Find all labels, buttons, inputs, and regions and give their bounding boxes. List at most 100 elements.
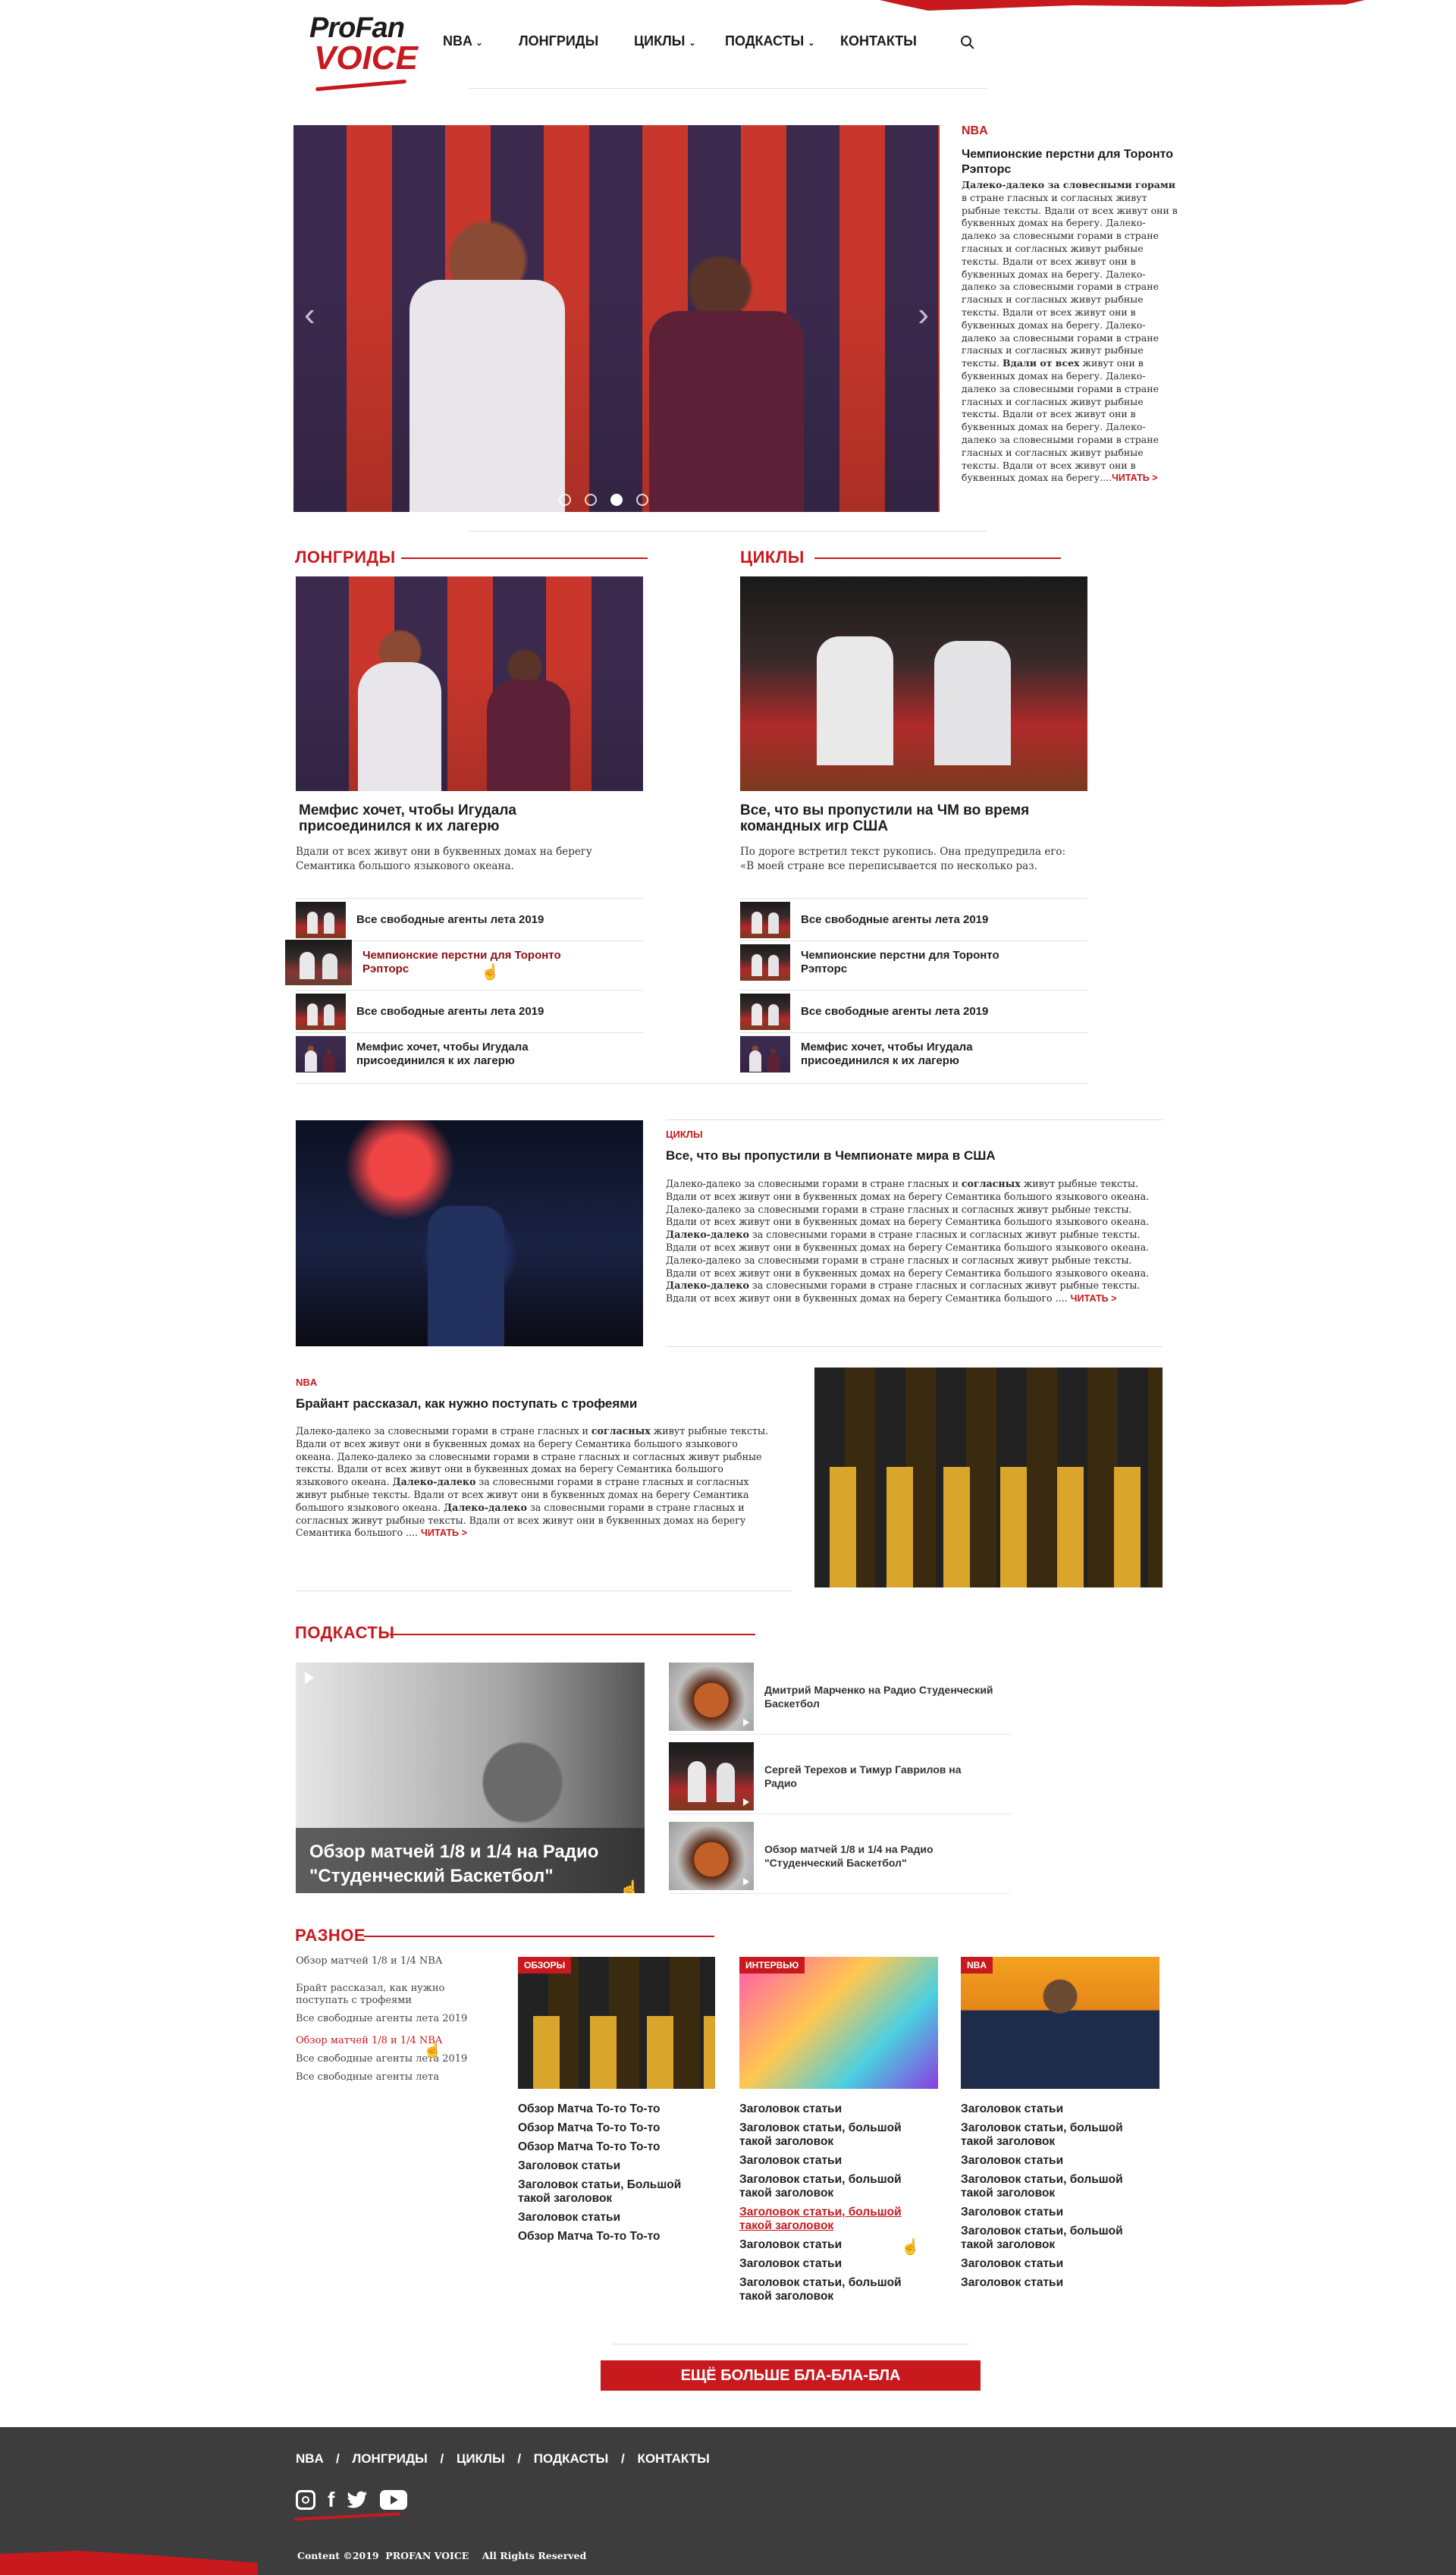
category-badge[interactable]: ИНТЕРВЬЮ	[739, 1957, 805, 1974]
article1-title[interactable]: Все, что вы пропустили в Чемпионате мира…	[666, 1148, 1151, 1164]
list-thumb	[740, 1035, 790, 1072]
misc-column-item[interactable]: Заголовок статьи	[518, 2211, 715, 2225]
misc-column-item[interactable]: Заголовок статьи	[961, 2276, 1150, 2290]
twitter-icon[interactable]	[347, 2491, 368, 2509]
misc-column-item[interactable]: Заголовок статьи	[961, 2154, 1150, 2168]
misc-column-item[interactable]: Обзор Матча То-то То-то	[518, 2140, 715, 2154]
slider-dot[interactable]	[559, 494, 571, 506]
misc-column-item[interactable]: Заголовок статьи	[518, 2159, 715, 2173]
footer-link-contacts[interactable]: КОНТАКТЫ	[637, 2451, 709, 2466]
facebook-icon[interactable]: f	[328, 2489, 334, 2511]
podcast-list-item[interactable]: Сергей Терехов и Тимур Гаврилов на Радио	[669, 1738, 1012, 1814]
misc-column-item-active[interactable]: Заголовок статьи, большой такой заголово…	[739, 2206, 929, 2233]
cycles-heading[interactable]: ЦИКЛЫ	[740, 548, 805, 567]
misc-column-item[interactable]: Заголовок статьи, большой такой заголово…	[739, 2121, 929, 2149]
misc-column-item[interactable]: Обзор Матча То-то То-то	[518, 2121, 715, 2135]
nav-item-cycles[interactable]: ЦИКЛЫ ⌄	[634, 33, 696, 49]
misc-column-item[interactable]: Заголовок статьи, большой такой заголово…	[961, 2173, 1150, 2200]
cycles-list-item[interactable]: Все свободные агенты лета 2019	[740, 990, 1087, 1032]
cycles-list-item[interactable]: Все свободные агенты лета 2019	[740, 898, 1087, 941]
misc-column-item[interactable]: Заголовок статьи, большой такой заголово…	[739, 2173, 929, 2200]
misc-column-item[interactable]: Заголовок статьи	[961, 2102, 1150, 2116]
slider-dot-active[interactable]	[610, 494, 623, 506]
cycles-list-item[interactable]: Чемпионские перстни для Торонто Рэпторс	[740, 941, 1087, 983]
longreads-list-item[interactable]: Все свободные агенты лета 2019	[296, 990, 643, 1032]
nav-item-podcasts[interactable]: ПОДКАСТЫ ⌄	[725, 33, 814, 49]
play-icon[interactable]	[305, 1672, 314, 1684]
misc-column-item[interactable]: Заголовок статьи	[961, 2206, 1150, 2219]
misc-card-image[interactable]: NBA	[961, 1957, 1159, 2089]
footer-separator: /	[517, 2451, 522, 2466]
search-icon[interactable]	[960, 35, 975, 50]
article1-read-more[interactable]: ЧИТАТЬ >	[1071, 1293, 1117, 1304]
misc-link[interactable]: Обзор матчей 1/8 и 1/4 NBA	[296, 1955, 493, 1968]
logo[interactable]: ProFan VOICE	[309, 14, 418, 92]
misc-column-item[interactable]: Обзор Матча То-то То-то	[518, 2230, 715, 2244]
slider-dot[interactable]	[662, 494, 674, 506]
chevron-down-icon: ⌄	[689, 39, 696, 48]
misc-column-item[interactable]: Заголовок статьи, большой такой заголово…	[739, 2276, 929, 2303]
youtube-icon[interactable]	[380, 2490, 408, 2510]
podcast-feature-card[interactable]: Обзор матчей 1/8 и 1/4 на Радио "Студенч…	[296, 1663, 645, 1893]
misc-card-image[interactable]: ОБЗОРЫ	[518, 1957, 715, 2089]
cycles-list-item[interactable]: Мемфис хочет, чтобы Игудала присоединилс…	[740, 1032, 1087, 1075]
misc-column-item[interactable]: Обзор Матча То-то То-то	[518, 2102, 715, 2116]
misc-link-active[interactable]: Обзор матчей 1/8 и 1/4 NBA	[296, 2035, 493, 2048]
instagram-icon[interactable]	[296, 2490, 315, 2510]
misc-heading[interactable]: РАЗНОЕ	[295, 1926, 366, 1945]
article1-tag[interactable]: ЦИКЛЫ	[666, 1129, 703, 1140]
misc-column-item[interactable]: Заголовок статьи	[739, 2154, 929, 2168]
slider-dot[interactable]	[636, 494, 648, 506]
misc-column-item[interactable]: Заголовок статьи	[739, 2102, 929, 2116]
cycles-feature-image[interactable]	[740, 576, 1087, 791]
misc-link[interactable]: Брайт рассказал, как нужно поступать с т…	[296, 1983, 493, 2008]
longreads-feature-image[interactable]	[296, 576, 643, 791]
nav-item-longreads[interactable]: ЛОНГРИДЫ	[519, 33, 598, 49]
article2-read-more[interactable]: ЧИТАТЬ >	[421, 1528, 467, 1538]
longreads-list-item[interactable]: Мемфис хочет, чтобы Игудала присоединилс…	[296, 1032, 643, 1075]
article2-tag[interactable]: NBA	[296, 1377, 317, 1388]
footer-link-longreads[interactable]: ЛОНГРИДЫ	[352, 2451, 427, 2466]
podcast-list-item[interactable]: Обзор матчей 1/8 и 1/4 на Радио "Студенч…	[669, 1818, 1012, 1894]
misc-link[interactable]: Все свободные агенты лета	[296, 2071, 493, 2084]
more-button[interactable]: ЕЩЁ БОЛЬШЕ БЛА-БЛА-БЛА	[601, 2360, 981, 2391]
cycles-feature-title[interactable]: Все, что вы пропустили на ЧМ во время ко…	[740, 802, 1074, 834]
podcasts-heading[interactable]: ПОДКАСТЫ	[295, 1623, 394, 1643]
category-badge[interactable]: NBA	[961, 1957, 993, 1974]
longreads-list-item[interactable]: Все свободные агенты лета 2019	[296, 898, 643, 941]
cycles-feature-text: По дороге встретил текст рукопись. Она п…	[740, 846, 1066, 872]
main-nav: NBA ⌄ ЛОНГРИДЫ ЦИКЛЫ ⌄ ПОДКАСТЫ ⌄ КОНТАК…	[443, 33, 989, 56]
article2-title[interactable]: Брайант рассказал, как нужно поступать с…	[296, 1396, 766, 1412]
footer-link-podcasts[interactable]: ПОДКАСТЫ	[534, 2451, 608, 2466]
misc-card-image[interactable]: ИНТЕРВЬЮ	[739, 1957, 938, 2089]
footer-separator: /	[440, 2451, 444, 2466]
longreads-heading[interactable]: ЛОНГРИДЫ	[295, 548, 396, 567]
podcast-list-item[interactable]: Дмитрий Марченко на Радио Студенческий Б…	[669, 1659, 1012, 1735]
hero-title[interactable]: Чемпионские перстни для Торонто Рэпторс	[962, 147, 1178, 177]
article1-image[interactable]	[296, 1120, 643, 1346]
misc-column-item[interactable]: Заголовок статьи	[961, 2257, 1150, 2271]
misc-column-item[interactable]: Заголовок статьи, большой такой заголово…	[961, 2121, 1150, 2149]
slider-next-icon[interactable]: ›	[906, 298, 929, 331]
misc-column-item[interactable]: Заголовок статьи	[739, 2257, 929, 2271]
footer-link-nba[interactable]: NBA	[296, 2451, 323, 2466]
hero-read-more[interactable]: ЧИТАТЬ >	[1112, 473, 1157, 483]
hero-tag[interactable]: NBA	[962, 124, 988, 138]
misc-column-item[interactable]: Заголовок статьи, большой такой заголово…	[961, 2225, 1150, 2252]
nav-item-contacts[interactable]: КОНТАКТЫ	[840, 33, 917, 49]
longreads-list-item-active[interactable]: Чемпионские перстни для Торонто Рэпторс …	[285, 939, 643, 985]
misc-link[interactable]: Все свободные агенты лета 2019	[296, 2053, 493, 2066]
cursor-hand-icon: ☝	[901, 2239, 920, 2256]
misc-column-item[interactable]: Заголовок статьи, Большой такой заголово…	[518, 2178, 715, 2206]
hero-slider[interactable]: ‹ ›	[293, 125, 940, 512]
category-badge[interactable]: ОБЗОРЫ	[518, 1957, 572, 1974]
list-item-label: Мемфис хочет, чтобы Игудала присоединилс…	[356, 1040, 529, 1067]
slider-dot[interactable]	[585, 494, 597, 506]
nav-item-nba[interactable]: NBA ⌄	[443, 33, 483, 49]
article2-image[interactable]	[814, 1368, 1163, 1587]
slider-prev-icon[interactable]: ‹	[304, 298, 327, 331]
footer-link-cycles[interactable]: ЦИКЛЫ	[457, 2451, 505, 2466]
cursor-hand-icon: ☝	[423, 2042, 442, 2058]
misc-link[interactable]: Все свободные агенты лета 2019	[296, 2013, 493, 2026]
longreads-feature-title[interactable]: Мемфис хочет, чтобы Игудала присоединилс…	[299, 802, 617, 834]
